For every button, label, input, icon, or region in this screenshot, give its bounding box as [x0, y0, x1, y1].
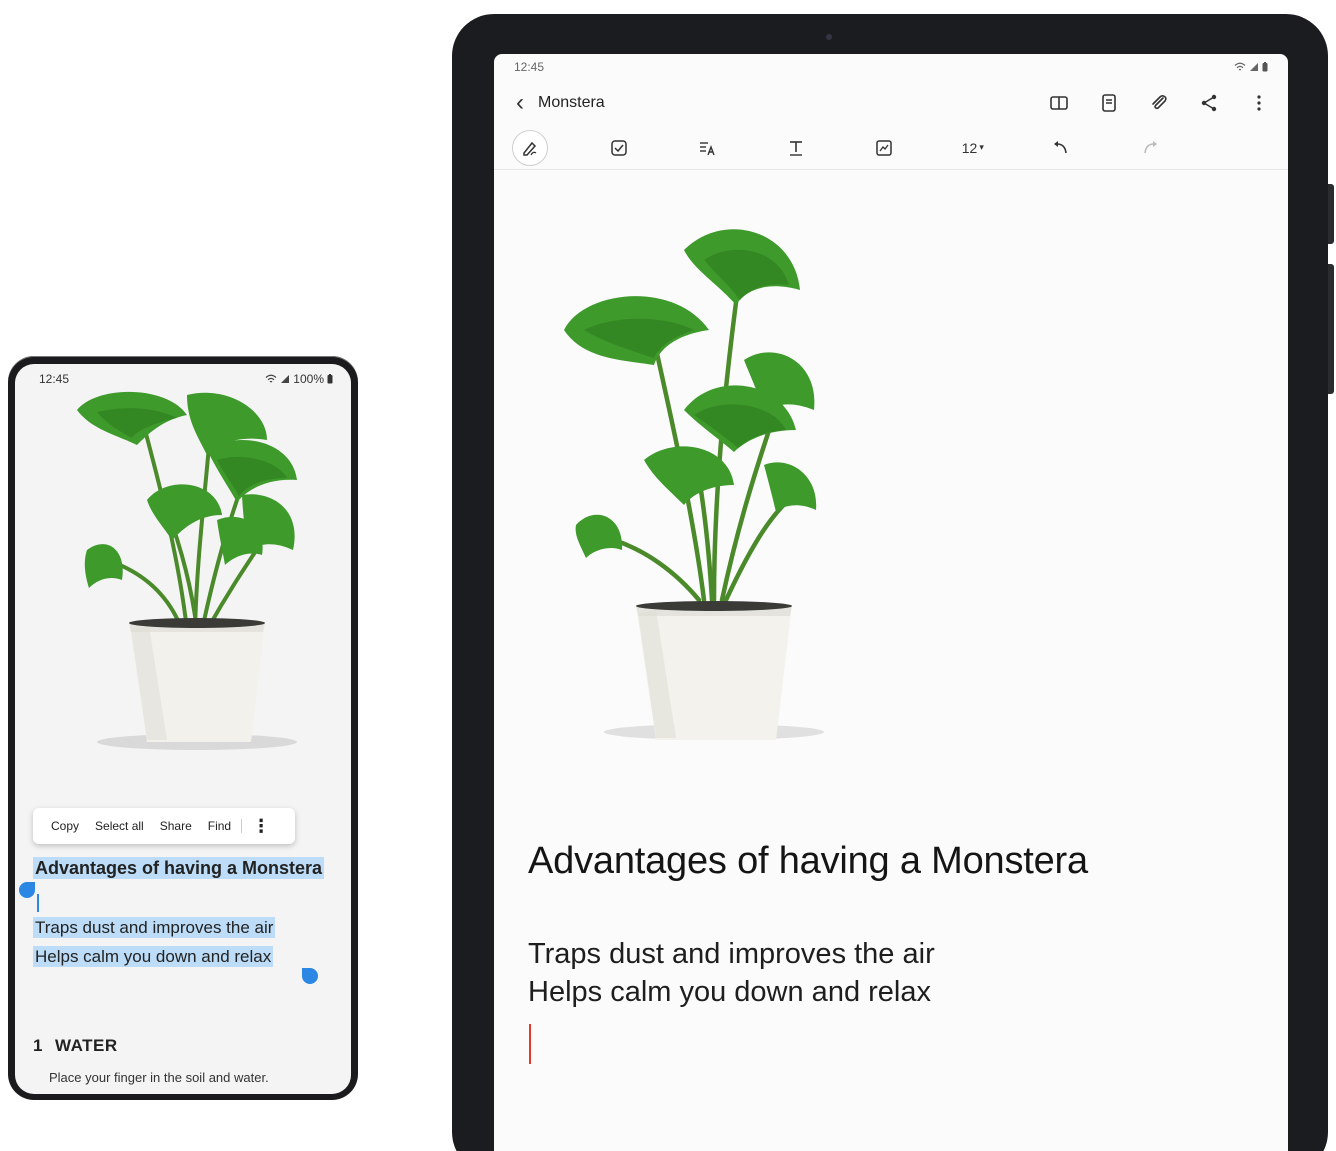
- checkbox-icon[interactable]: [601, 130, 637, 166]
- text-style-icon[interactable]: [689, 130, 725, 166]
- volume-button: [1328, 264, 1334, 394]
- share-icon[interactable]: [1198, 92, 1220, 114]
- selection-end-handle[interactable]: [302, 968, 318, 984]
- copy-button[interactable]: Copy: [43, 819, 87, 833]
- note-line-2[interactable]: Helps calm you down and relax: [33, 946, 351, 967]
- signal-icon: [1250, 63, 1258, 71]
- editor-toolbar: 12 ▾: [494, 126, 1288, 170]
- text-format-icon[interactable]: [778, 130, 814, 166]
- monstera-plant-image: [77, 391, 297, 750]
- image-icon[interactable]: [866, 130, 902, 166]
- redo-icon[interactable]: [1132, 130, 1168, 166]
- battery-icon: [1262, 62, 1268, 72]
- note-title[interactable]: Advantages of having a Monstera: [33, 857, 351, 879]
- chevron-down-icon: ▾: [979, 142, 984, 152]
- share-button[interactable]: Share: [152, 819, 200, 833]
- wifi-icon: [1234, 62, 1246, 71]
- text-cursor: [529, 1024, 531, 1064]
- signal-icon: [281, 375, 290, 383]
- section-text: Place your finger in the soil and water.: [49, 1070, 269, 1085]
- attach-icon[interactable]: [1148, 92, 1170, 114]
- phone-status-time: 12:45: [39, 372, 70, 386]
- note-line-1[interactable]: Traps dust and improves the air: [528, 938, 935, 971]
- front-camera: [826, 34, 832, 40]
- power-button: [1328, 184, 1334, 244]
- section-title: WATER: [54, 1036, 118, 1055]
- pen-icon[interactable]: [512, 129, 548, 166]
- more-options-icon[interactable]: ⋮: [248, 817, 274, 835]
- note-line-1[interactable]: Traps dust and improves the air: [33, 917, 351, 938]
- note-name: Monstera: [538, 94, 605, 111]
- selection-start-handle[interactable]: [19, 882, 35, 898]
- selection-caret: [37, 894, 39, 912]
- page-icon[interactable]: [1098, 92, 1120, 114]
- note-heading[interactable]: Advantages of having a Monstera: [528, 840, 1088, 883]
- battery-icon: [327, 374, 333, 384]
- text-selection-toolbar: Copy Select all Share Find ⋮: [33, 808, 295, 844]
- wifi-icon: [265, 374, 277, 383]
- monstera-plant-image: [564, 229, 824, 740]
- undo-icon[interactable]: [1043, 130, 1079, 166]
- tablet-device: 12:45 ‹ Monstera 12 ▾ Advantages of havi…: [452, 14, 1334, 1151]
- select-all-button[interactable]: Select all: [87, 819, 152, 833]
- toolbar-divider: [241, 819, 243, 833]
- phone-battery-level: 100%: [293, 372, 324, 386]
- book-icon[interactable]: [1048, 92, 1070, 114]
- section-heading: 1 WATER: [33, 1036, 118, 1056]
- section-number: 1: [33, 1036, 43, 1055]
- tablet-status-time: 12:45: [514, 60, 545, 74]
- phone-screen: 12:45 100% Copy Select all Share Find ⋮ …: [15, 364, 351, 1094]
- app-bar: ‹ Monstera: [494, 80, 1288, 126]
- font-size-selector[interactable]: 12 ▾: [955, 130, 991, 166]
- more-icon[interactable]: [1248, 92, 1270, 114]
- phone-device: 12:45 100% Copy Select all Share Find ⋮ …: [8, 356, 358, 1100]
- tablet-screen: 12:45 ‹ Monstera 12 ▾ Advantages of havi…: [494, 54, 1288, 1151]
- back-icon[interactable]: ‹: [516, 91, 524, 115]
- note-line-2[interactable]: Helps calm you down and relax: [528, 976, 931, 1009]
- tablet-status-bar: 12:45: [494, 54, 1288, 80]
- find-button[interactable]: Find: [200, 819, 239, 833]
